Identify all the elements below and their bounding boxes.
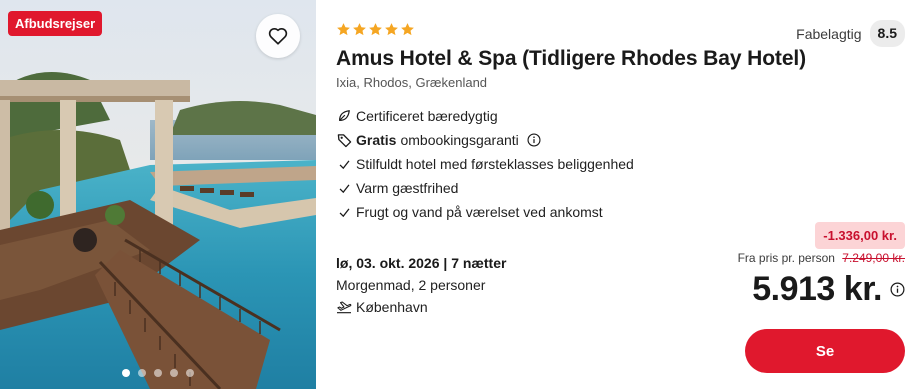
- departure-airport: København: [356, 299, 428, 315]
- check-icon: [336, 156, 352, 172]
- carousel-dot[interactable]: [170, 369, 178, 377]
- trip-board: Morgenmad, 2 personer: [336, 277, 486, 293]
- trip-details: lø, 03. okt. 2026 | 7 nætter Morgenmad, …: [336, 253, 506, 317]
- price-from-label: Fra pris pr. person: [737, 251, 835, 265]
- price-from-line: Fra pris pr. person 7.249,00 kr.: [738, 251, 905, 265]
- star-icon: [369, 23, 382, 36]
- feature-text: ombookingsgaranti: [400, 132, 519, 148]
- feature-list: Certificeret bæredygtig Gratis ombooking…: [336, 104, 634, 224]
- carousel-dot[interactable]: [186, 369, 194, 377]
- feature-highlight: Stilfuldt hotel med førsteklasses beligg…: [336, 152, 634, 176]
- review-rating: Fabelagtig 8.5: [796, 20, 905, 47]
- see-button[interactable]: Se: [745, 329, 905, 373]
- price: 5.913 kr.: [752, 270, 905, 309]
- carousel-dot[interactable]: [154, 369, 162, 377]
- discount-badge: -1.336,00 kr.: [815, 222, 905, 249]
- rating-label: Fabelagtig: [796, 25, 862, 42]
- hotel-name[interactable]: Amus Hotel & Spa (Tidligere Rhodes Bay H…: [336, 47, 806, 71]
- trip-dates: lø, 03. okt. 2026 | 7 nætter: [336, 255, 507, 271]
- carousel-dot[interactable]: [138, 369, 146, 377]
- info-icon[interactable]: [527, 133, 541, 147]
- old-price: 7.249,00 kr.: [842, 251, 905, 265]
- star-icon: [385, 23, 398, 36]
- leaf-icon: [336, 108, 352, 124]
- price-value: 5.913 kr.: [752, 270, 882, 308]
- feature-text: Stilfuldt hotel med førsteklasses beligg…: [356, 156, 634, 172]
- hotel-info: Fabelagtig 8.5 Amus Hotel & Spa (Tidlige…: [316, 0, 919, 389]
- feature-text: Frugt og vand på værelset ved ankomst: [356, 204, 603, 220]
- heart-icon: [268, 27, 288, 45]
- hotel-image[interactable]: Afbudsrejser: [0, 0, 316, 389]
- feature-highlight: Frugt og vand på værelset ved ankomst: [336, 200, 634, 224]
- feature-sustainable: Certificeret bæredygtig: [336, 104, 634, 128]
- carousel-dots: [0, 369, 316, 377]
- feature-text: Varm gæstfrihed: [356, 180, 459, 196]
- star-icon: [401, 23, 414, 36]
- check-icon: [336, 180, 352, 196]
- rating-score: 8.5: [869, 20, 905, 47]
- hotel-location: Ixia, Rhodos, Grækenland: [336, 75, 488, 90]
- plane-takeoff-icon: [337, 301, 352, 314]
- feature-rebooking: Gratis ombookingsgaranti: [336, 128, 634, 152]
- check-icon: [336, 204, 352, 220]
- star-rating: [336, 22, 415, 37]
- deal-badge: Afbudsrejser: [8, 11, 103, 36]
- favorite-button[interactable]: [256, 14, 300, 58]
- star-icon: [353, 23, 366, 36]
- tag-icon: [336, 132, 352, 148]
- carousel-dot[interactable]: [122, 369, 130, 377]
- trip-departure: København: [336, 297, 506, 317]
- feature-bold: Gratis: [356, 132, 397, 148]
- hotel-photo: [0, 0, 316, 389]
- feature-highlight: Varm gæstfrihed: [336, 176, 634, 200]
- star-icon: [337, 23, 350, 36]
- feature-text: Certificeret bæredygtig: [356, 108, 498, 124]
- hotel-card[interactable]: Afbudsrejser Fabelagtig 8.5 Amus Hotel &…: [0, 0, 919, 389]
- price-info-icon[interactable]: [890, 282, 905, 297]
